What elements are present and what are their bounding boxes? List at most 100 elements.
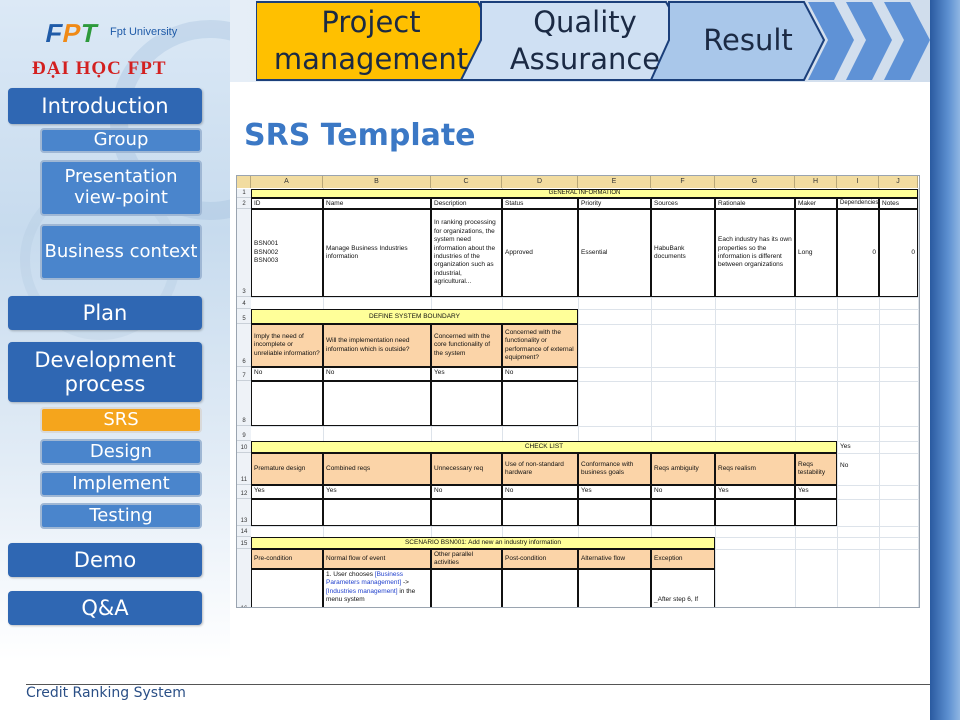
nav-introduction[interactable]: Introduction xyxy=(8,88,202,124)
checklist-answer: No xyxy=(651,485,715,499)
checklist-answer: Yes xyxy=(323,485,431,499)
boundary-question: Imply the need of incomplete or unreliab… xyxy=(251,324,323,367)
checklist-item: Conformance with business goals xyxy=(578,453,651,485)
cell-sources: HabuBank documents xyxy=(651,209,715,297)
row-header-7[interactable]: 7 xyxy=(237,367,251,381)
row-header-10[interactable]: 10 xyxy=(237,441,251,453)
header-description: Description xyxy=(431,198,502,209)
nav-development-process[interactable]: Development process xyxy=(8,342,202,402)
header-priority: Priority xyxy=(578,198,651,209)
breadcrumb-project-management[interactable]: Project management xyxy=(260,4,482,78)
srs-template-spreadsheet: ABCDEFGHIJ 12345678910111213141516 GENER… xyxy=(236,175,920,608)
checklist-item: Reqs realism xyxy=(715,453,795,485)
scenario-empty-cell xyxy=(251,569,323,607)
row-header-4[interactable]: 4 xyxy=(237,297,251,309)
row-header-13[interactable]: 13 xyxy=(237,499,251,526)
nav-qa[interactable]: Q&A xyxy=(8,591,202,625)
checklist-item: Combined reqs xyxy=(323,453,431,485)
checklist-answer: Yes xyxy=(715,485,795,499)
header-status: Status xyxy=(502,198,578,209)
column-header-b[interactable]: B xyxy=(323,176,431,188)
header-sources: Sources xyxy=(651,198,715,209)
checklist-item: Reqs testability xyxy=(795,453,837,485)
row-header-16[interactable]: 16 xyxy=(237,549,251,607)
boundary-answer: No xyxy=(502,367,578,381)
nav-demo[interactable]: Demo xyxy=(8,543,202,577)
gridline xyxy=(251,526,919,527)
row-header-2[interactable]: 2 xyxy=(237,198,251,209)
checklist-item: Unnecessary req xyxy=(431,453,502,485)
check-list-header: CHECK LIST xyxy=(251,441,837,453)
boundary-empty-cell xyxy=(502,381,578,426)
checklist-empty-cell xyxy=(323,499,431,526)
checklist-empty-cell xyxy=(251,499,323,526)
checklist-answer: Yes xyxy=(795,485,837,499)
nav-group[interactable]: Group xyxy=(40,128,202,153)
cell-description: In ranking processing for organizations,… xyxy=(431,209,502,297)
header-name: Name xyxy=(323,198,431,209)
checklist-answer: No xyxy=(502,485,578,499)
boundary-empty-cell xyxy=(323,381,431,426)
exception-cell: _After step 6, If xyxy=(651,569,715,607)
logo-tagline: Fpt University xyxy=(110,26,178,38)
scenario-header: SCENARIO BSN001: Add new an industry inf… xyxy=(251,537,715,549)
gridline xyxy=(251,426,919,427)
column-header-h[interactable]: H xyxy=(795,176,837,188)
column-header-f[interactable]: F xyxy=(651,176,715,188)
row-header-14[interactable]: 14 xyxy=(237,526,251,537)
nav-plan[interactable]: Plan xyxy=(8,296,202,330)
checklist-side-value: Yes xyxy=(840,443,851,450)
scenario-column: Alternative flow xyxy=(578,549,651,569)
nav-srs[interactable]: SRS xyxy=(40,407,202,433)
column-header-j[interactable]: J xyxy=(879,176,918,188)
breadcrumb-quality-assurance[interactable]: Quality Assurance xyxy=(492,4,678,78)
row-header-6[interactable]: 6 xyxy=(237,324,251,367)
fpt-logo-mark: FPT xyxy=(42,18,102,48)
row-header-3[interactable]: 3 xyxy=(237,209,251,297)
breadcrumb-result[interactable]: Result xyxy=(688,22,808,59)
university-logo: FPT Fpt University ĐẠI HỌC FPT xyxy=(30,14,200,84)
row-header-12[interactable]: 12 xyxy=(237,485,251,499)
checklist-side-answer: No xyxy=(840,462,849,469)
boundary-answer: No xyxy=(251,367,323,381)
define-system-boundary-header: DEFINE SYSTEM BOUNDARY xyxy=(251,309,578,324)
cell-rationale: Each industry has its own properties so … xyxy=(715,209,795,297)
nav-design[interactable]: Design xyxy=(40,439,202,465)
checklist-item: Use of non-standard hardware xyxy=(502,453,578,485)
scenario-column: Pre-condition xyxy=(251,549,323,569)
scenario-column: Post-condition xyxy=(502,549,578,569)
row-header-8[interactable]: 8 xyxy=(237,381,251,426)
column-header-g[interactable]: G xyxy=(715,176,795,188)
gridline xyxy=(918,188,919,607)
header-id: ID xyxy=(251,198,323,209)
column-header-c[interactable]: C xyxy=(431,176,502,188)
checklist-empty-cell xyxy=(795,499,837,526)
scenario-empty-cell xyxy=(578,569,651,607)
nav-implement[interactable]: Implement xyxy=(40,471,202,497)
boundary-answer: No xyxy=(323,367,431,381)
column-header-d[interactable]: D xyxy=(502,176,578,188)
column-header-a[interactable]: A xyxy=(251,176,323,188)
column-header-i[interactable]: I xyxy=(837,176,879,188)
row-header-1[interactable]: 1 xyxy=(237,189,251,198)
nav-presentation-view-point[interactable]: Presentation view-point xyxy=(40,160,202,216)
checklist-answer: Yes xyxy=(578,485,651,499)
cell-dependencies: 0 xyxy=(837,209,879,297)
row-header-9[interactable]: 9 xyxy=(237,426,251,441)
column-header-e[interactable]: E xyxy=(578,176,651,188)
row-header-15[interactable]: 15 xyxy=(237,537,251,549)
boundary-empty-cell xyxy=(251,381,323,426)
spreadsheet-corner[interactable] xyxy=(237,176,251,188)
row-header-5[interactable]: 5 xyxy=(237,309,251,324)
nav-business-context[interactable]: Business context xyxy=(40,224,202,280)
row-header-11[interactable]: 11 xyxy=(237,453,251,485)
cell-status: Approved xyxy=(502,209,578,297)
checklist-answer: Yes xyxy=(251,485,323,499)
checklist-empty-cell xyxy=(431,499,502,526)
nav-testing[interactable]: Testing xyxy=(40,503,202,529)
scenario-column: Normal flow of event xyxy=(323,549,431,569)
header-rationale: Rationale xyxy=(715,198,795,209)
cell-notes: 0 xyxy=(879,209,918,297)
page-title: SRS Template xyxy=(244,118,476,153)
scenario-column: Exception xyxy=(651,549,715,569)
